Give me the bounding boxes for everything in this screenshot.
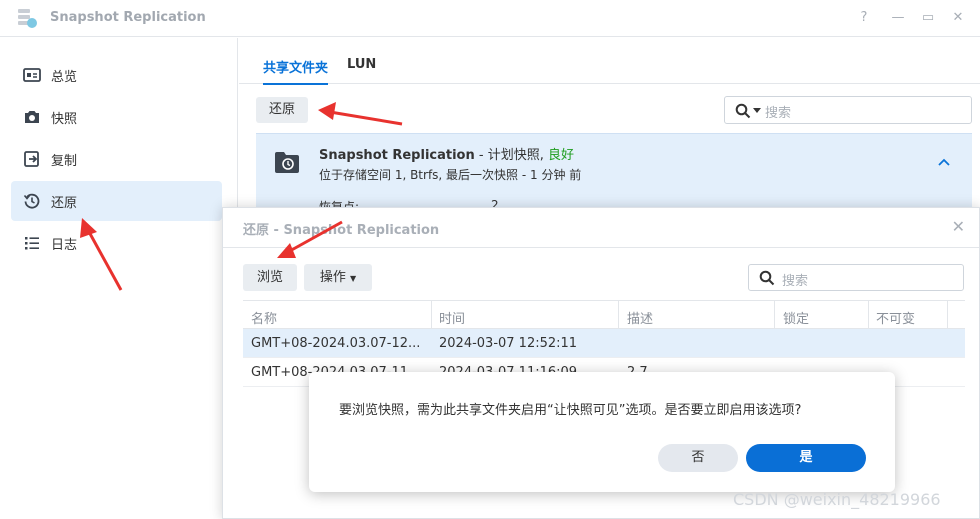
annotation-arrow-restore-button xyxy=(318,102,403,126)
replicate-icon xyxy=(24,151,39,167)
search-placeholder: 搜索 xyxy=(782,274,809,289)
window-header: Snapshot Replication ? — ▭ ✕ xyxy=(0,0,980,37)
chevron-up-icon[interactable] xyxy=(938,158,950,166)
table-header: 名称 时间 描述 锁定 不可变 xyxy=(243,300,965,329)
column-header-name[interactable]: 名称 xyxy=(251,308,277,327)
dialog-search-input[interactable]: 搜索 xyxy=(748,264,964,291)
overview-icon xyxy=(23,68,41,82)
confirm-message: 要浏览快照，需为此共享文件夹启用“让快照可见”选项。是否要立即启用该选项? xyxy=(339,403,802,418)
divider xyxy=(223,247,979,248)
panel-title: Snapshot Replication - 计划快照, 良好 xyxy=(319,144,574,163)
divider xyxy=(618,301,619,329)
snapshot-replication-app-icon xyxy=(18,9,37,28)
sidebar-item-restore[interactable]: 还原 xyxy=(11,181,222,221)
search-icon xyxy=(735,103,751,119)
sidebar-item-replication[interactable]: 复制 xyxy=(11,139,222,179)
sidebar-item-overview[interactable]: 总览 xyxy=(11,55,222,95)
sidebar: 总览 快照 复制 还原 日志 xyxy=(0,38,238,519)
panel-app-name: Snapshot Replication xyxy=(319,148,475,163)
panel-title-suffix: - 计划快照, xyxy=(478,148,544,163)
cell-time: 2024-03-07 12:52:11 xyxy=(439,336,578,351)
column-header-lock[interactable]: 锁定 xyxy=(783,308,809,327)
tab-shared-folder[interactable]: 共享文件夹 xyxy=(263,57,329,85)
actions-dropdown-button[interactable]: 操作 ▼ xyxy=(304,264,372,291)
dialog-title: 还原 - Snapshot Replication xyxy=(243,223,440,238)
cell-name: GMT+08-2024.03.07-12... xyxy=(251,336,421,351)
restore-button[interactable]: 还原 xyxy=(256,97,308,123)
maximize-icon[interactable]: ▭ xyxy=(920,10,936,25)
dialog-close-icon[interactable]: ✕ xyxy=(952,217,965,236)
chevron-down-icon xyxy=(753,108,761,113)
column-header-immutable[interactable]: 不可变 xyxy=(876,308,915,327)
sidebar-item-label: 复制 xyxy=(51,154,78,169)
divider xyxy=(774,301,775,329)
log-list-icon xyxy=(25,237,39,250)
watermark: CSDN @weixin_48219966 xyxy=(733,490,941,509)
actions-button-label: 操作 xyxy=(319,270,346,285)
sidebar-item-label: 日志 xyxy=(51,238,78,253)
search-input[interactable]: 搜索 xyxy=(724,96,972,124)
shared-folder-panel[interactable]: Snapshot Replication - 计划快照, 良好 位于存储空间 1… xyxy=(256,133,972,214)
confirm-dialog: 要浏览快照，需为此共享文件夹启用“让快照可见”选项。是否要立即启用该选项? 否 … xyxy=(309,372,895,492)
tab-bar: 共享文件夹 LUN xyxy=(239,38,980,85)
sidebar-item-snapshots[interactable]: 快照 xyxy=(11,97,222,137)
restore-icon xyxy=(23,193,40,209)
help-icon[interactable]: ? xyxy=(856,10,872,25)
no-button[interactable]: 否 xyxy=(658,444,738,472)
panel-subtitle: 位于存储空间 1, Btrfs, 最后一次快照 - 1 分钟 前 xyxy=(319,168,582,182)
search-icon xyxy=(759,270,775,286)
sidebar-item-log[interactable]: 日志 xyxy=(11,223,222,263)
divider xyxy=(431,301,432,329)
sidebar-item-label: 快照 xyxy=(51,112,78,127)
tab-lun[interactable]: LUN xyxy=(347,57,376,72)
window-title: Snapshot Replication xyxy=(50,10,206,25)
divider xyxy=(868,301,869,329)
minimize-icon[interactable]: — xyxy=(890,10,906,25)
chevron-down-icon: ▼ xyxy=(350,274,357,283)
status-badge: 良好 xyxy=(548,148,575,163)
sidebar-item-label: 还原 xyxy=(51,196,78,211)
divider xyxy=(947,301,948,329)
close-icon[interactable]: ✕ xyxy=(950,10,966,25)
browse-button[interactable]: 浏览 xyxy=(243,264,297,291)
folder-restore-icon xyxy=(275,152,299,173)
camera-icon xyxy=(25,111,39,123)
column-header-time[interactable]: 时间 xyxy=(439,308,465,327)
search-placeholder: 搜索 xyxy=(765,106,792,121)
sidebar-item-label: 总览 xyxy=(51,70,78,85)
column-header-description[interactable]: 描述 xyxy=(627,308,653,327)
table-row[interactable]: GMT+08-2024.03.07-12... 2024-03-07 12:52… xyxy=(243,329,965,358)
yes-button[interactable]: 是 xyxy=(746,444,866,472)
